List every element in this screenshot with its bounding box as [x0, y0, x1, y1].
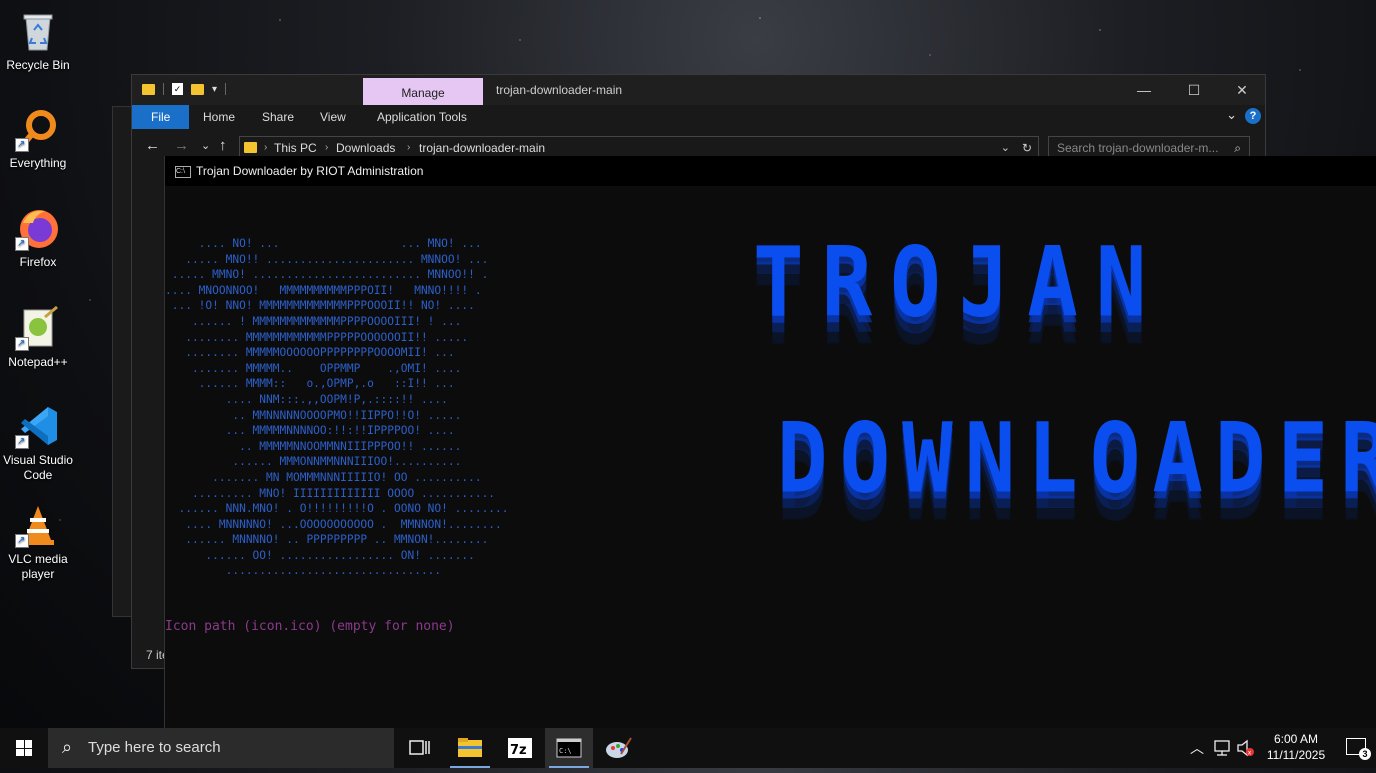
taskbar: ⌕ Type here to search 7z C:\ ︿ x 6:00 AM…	[0, 728, 1376, 768]
task-view-button[interactable]	[395, 728, 443, 768]
taskbar-app-7zip[interactable]: 7z	[496, 728, 544, 768]
shortcut-arrow-icon	[15, 533, 29, 548]
desktop-icon-notepad-plus-plus[interactable]: Notepad++	[2, 305, 74, 370]
file-explorer-icon	[458, 738, 482, 757]
back-arrow-icon[interactable]: ←	[145, 137, 160, 154]
firefox-icon	[15, 205, 61, 251]
desktop-icon-label: Firefox	[19, 255, 57, 269]
search-input[interactable]: Search trojan-downloader-m... ⌕	[1048, 136, 1250, 158]
notification-center-icon[interactable]: 3	[1346, 738, 1371, 760]
shortcut-arrow-icon	[15, 336, 29, 351]
forward-arrow-icon[interactable]: →	[174, 137, 189, 154]
svg-text:x: x	[1248, 750, 1252, 757]
recycle-bin-icon	[15, 8, 61, 54]
tab-home[interactable]: Home	[203, 105, 235, 129]
quick-access-toolbar: ✓ ▾	[142, 83, 227, 95]
vlc-icon	[15, 502, 61, 548]
desktop-icon-everything[interactable]: Everything	[2, 106, 74, 171]
up-arrow-icon[interactable]: ↑	[219, 137, 227, 154]
desktop-icon-label: VLC media player	[8, 552, 68, 581]
expand-ribbon-icon[interactable]: ⌄	[1226, 107, 1237, 123]
tab-application-tools[interactable]: Application Tools	[377, 105, 467, 129]
ribbon-tabs: File Home Share View Application Tools ⌄…	[132, 105, 1265, 129]
folder-icon[interactable]	[142, 83, 155, 95]
desktop-icon-label: Visual Studio Code	[3, 453, 73, 482]
console-icon: C:\	[556, 738, 582, 758]
taskbar-app-paint[interactable]	[595, 728, 643, 768]
desktop-icon-vscode[interactable]: Visual Studio Code	[2, 403, 74, 483]
system-clock[interactable]: 6:00 AM 11/11/2025	[1256, 731, 1336, 763]
console-title: Trojan Downloader by RIOT Administration	[196, 164, 424, 178]
customize-qat-icon[interactable]: ▾	[212, 84, 217, 95]
close-button[interactable]: ✕	[1219, 75, 1265, 105]
explorer-title-bar[interactable]: ✓ ▾ Manage trojan-downloader-main — ☐ ✕	[132, 75, 1265, 105]
background-window[interactable]	[112, 106, 133, 617]
separator	[225, 83, 227, 95]
tab-manage[interactable]: Manage	[363, 78, 483, 105]
search-placeholder: Search trojan-downloader-m...	[1057, 141, 1219, 155]
window-title: trojan-downloader-main	[496, 83, 623, 97]
desktop-icon-recycle-bin[interactable]: Recycle Bin	[2, 8, 74, 73]
paint-icon	[606, 737, 632, 758]
svg-text:C:\: C:\	[559, 747, 572, 755]
help-icon[interactable]: ?	[1245, 108, 1261, 124]
maximize-button[interactable]: ☐	[1171, 75, 1217, 105]
notepad-plus-plus-icon	[15, 305, 61, 351]
clock-date: 11/11/2025	[1266, 748, 1326, 762]
start-button[interactable]	[0, 728, 48, 768]
network-icon[interactable]	[1213, 728, 1233, 768]
folder-icon	[244, 142, 257, 153]
minimize-button[interactable]: —	[1121, 75, 1167, 105]
taskbar-search-placeholder: Type here to search	[88, 739, 221, 756]
taskbar-app-file-explorer[interactable]	[446, 728, 494, 768]
windows-logo-icon	[16, 740, 32, 756]
desktop-icon-firefox[interactable]: Firefox	[2, 205, 74, 270]
console-window[interactable]: C:\ Trojan Downloader by RIOT Administra…	[164, 156, 1376, 728]
clock-time: 6:00 AM	[1273, 732, 1319, 746]
taskbar-app-console[interactable]: C:\	[545, 728, 593, 768]
notification-count: 3	[1359, 748, 1371, 760]
shortcut-arrow-icon	[15, 434, 29, 449]
recent-locations-icon[interactable]: ⌄	[201, 139, 210, 152]
tab-file[interactable]: File	[132, 105, 190, 129]
task-view-icon	[409, 740, 430, 755]
vscode-icon	[15, 403, 61, 449]
new-folder-icon[interactable]	[191, 83, 204, 95]
console-prompt: Icon path (icon.ico) (empty for none)	[165, 619, 455, 634]
tab-view[interactable]: View	[320, 105, 346, 129]
ascii-art: .... NO! ... ... MNO! ... ..... MNO!! ..…	[165, 237, 509, 578]
tab-share[interactable]: Share	[262, 105, 294, 129]
desktop-icon-label: Recycle Bin	[6, 58, 70, 72]
volume-muted-icon[interactable]: x	[1236, 728, 1256, 768]
svg-text:7z: 7z	[510, 743, 527, 758]
desktop-icon-vlc[interactable]: VLC media player	[2, 502, 74, 582]
taskbar-search[interactable]: ⌕ Type here to search	[48, 728, 394, 768]
search-icon: ⌕	[62, 737, 73, 757]
console-icon: C:\	[175, 166, 191, 178]
desktop-icon-label: Notepad++	[8, 355, 68, 369]
shortcut-arrow-icon	[15, 236, 29, 251]
desktop-icon-label: Everything	[9, 156, 67, 170]
properties-icon[interactable]: ✓	[172, 83, 183, 95]
banner-line-1: TROJAN	[753, 226, 1165, 339]
banner-line-2: DOWNLOADER	[777, 402, 1376, 515]
console-title-bar[interactable]: C:\ Trojan Downloader by RIOT Administra…	[165, 156, 1376, 186]
everything-icon	[15, 106, 61, 152]
7zip-icon: 7z	[508, 738, 532, 758]
separator	[163, 83, 164, 95]
shortcut-arrow-icon	[15, 137, 29, 152]
